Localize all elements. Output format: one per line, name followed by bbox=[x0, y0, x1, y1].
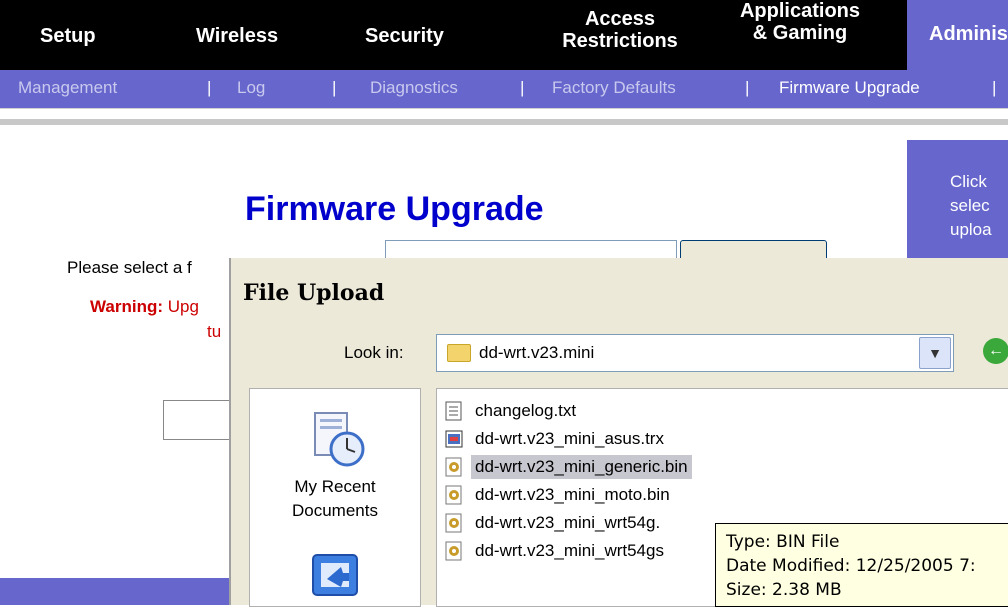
file-name: changelog.txt bbox=[475, 401, 577, 420]
help-text-line: Click bbox=[950, 172, 987, 191]
help-text-line: uploa bbox=[950, 220, 992, 239]
subnav-firmware-upgrade[interactable]: Firmware Upgrade bbox=[779, 78, 920, 98]
help-text-line: selec bbox=[950, 196, 990, 215]
places-bar: My Recent Documents bbox=[249, 388, 421, 607]
places-item-recent[interactable]: My Recent Documents bbox=[250, 475, 420, 523]
file-name: dd-wrt.v23_mini_wrt54g. bbox=[475, 513, 661, 532]
look-in-value: dd-wrt.v23.mini bbox=[479, 343, 595, 362]
sub-nav: Management | Log | Diagnostics | Factory… bbox=[0, 70, 1008, 108]
tab-access-restrictions[interactable]: Access Restrictions bbox=[555, 8, 685, 52]
file-name: dd-wrt.v23_mini_wrt54gs bbox=[475, 541, 664, 560]
subnav-factory-defaults[interactable]: Factory Defaults bbox=[552, 78, 676, 98]
tab-security[interactable]: Security bbox=[365, 25, 444, 47]
subnav-log[interactable]: Log bbox=[237, 78, 265, 98]
folder-icon bbox=[447, 344, 471, 362]
tooltip-type: Type: BIN File bbox=[726, 532, 840, 552]
file-name: dd-wrt.v23_mini_moto.bin bbox=[475, 485, 670, 504]
footer-bar bbox=[0, 578, 230, 605]
bin-file-icon bbox=[445, 541, 463, 561]
bin-file-icon bbox=[445, 457, 463, 477]
bin-file-icon bbox=[445, 513, 463, 533]
tooltip-size: Size: 2.38 MB bbox=[726, 580, 842, 600]
warning-text: Warning: Upg bbox=[90, 297, 199, 317]
tab-applications-gaming[interactable]: Applications & Gaming bbox=[725, 0, 875, 44]
subnav-separator: | bbox=[332, 78, 337, 97]
subnav-separator: | bbox=[745, 78, 750, 97]
subnav-separator: | bbox=[992, 78, 997, 97]
look-in-dropdown[interactable]: dd-wrt.v23.mini ▼ bbox=[436, 334, 954, 372]
subnav-diagnostics[interactable]: Diagnostics bbox=[370, 78, 458, 98]
warning-label: Warning: bbox=[90, 297, 164, 316]
tab-setup[interactable]: Setup bbox=[40, 25, 96, 47]
top-nav: Setup Wireless Security Access Restrictio… bbox=[0, 0, 1008, 70]
recent-documents-icon[interactable] bbox=[307, 407, 369, 469]
look-in-label: Look in: bbox=[344, 343, 404, 362]
chevron-down-icon[interactable]: ▼ bbox=[919, 337, 951, 369]
dialog-title: File Upload bbox=[243, 280, 385, 306]
upgrade-button[interactable] bbox=[163, 400, 235, 440]
subnav-management[interactable]: Management bbox=[18, 78, 117, 98]
trx-file-icon bbox=[445, 429, 463, 449]
tooltip-date-modified: Date Modified: 12/25/2005 7: bbox=[726, 556, 976, 576]
tab-administration[interactable]: Adminis bbox=[929, 23, 1008, 45]
warning-body: Upg bbox=[167, 297, 199, 316]
places-label-line: My Recent bbox=[294, 477, 376, 496]
file-name: dd-wrt.v23_mini_generic.bin bbox=[471, 455, 692, 479]
header-divider bbox=[0, 108, 1008, 127]
select-file-prompt: Please select a f bbox=[67, 258, 192, 277]
page-title: Firmware Upgrade bbox=[245, 190, 544, 228]
bin-file-icon bbox=[445, 485, 463, 505]
desktop-icon[interactable] bbox=[307, 549, 363, 601]
text-file-icon bbox=[445, 401, 463, 421]
warning-text-line2: tu bbox=[207, 322, 222, 341]
tab-wireless[interactable]: Wireless bbox=[196, 25, 278, 47]
subnav-separator: | bbox=[207, 78, 212, 97]
places-label-line: Documents bbox=[292, 501, 378, 520]
subnav-separator: | bbox=[520, 78, 525, 97]
file-tooltip: Type: BIN File Date Modified: 12/25/2005… bbox=[715, 523, 1008, 607]
file-name: dd-wrt.v23_mini_asus.trx bbox=[475, 429, 664, 448]
back-arrow-icon[interactable]: ← bbox=[983, 338, 1008, 364]
